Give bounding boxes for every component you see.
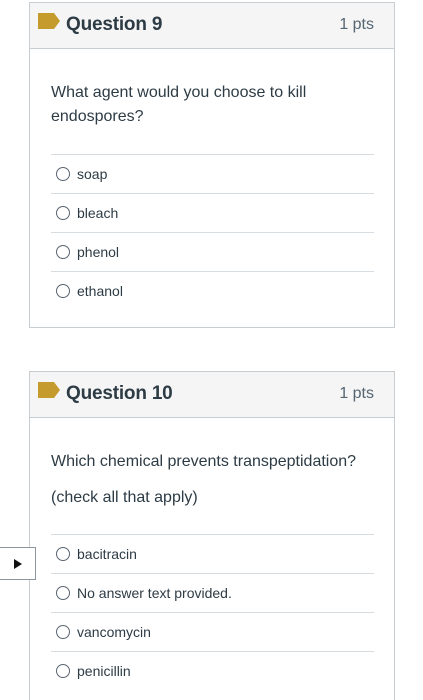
answer-option[interactable]: penicillin bbox=[51, 651, 374, 690]
answer-option[interactable]: soap bbox=[51, 154, 374, 193]
flag-question-icon[interactable] bbox=[38, 382, 60, 398]
question-body: What agent would you choose to kill endo… bbox=[30, 81, 394, 310]
question-10-card: Question 10 1 pts Which chemical prevent… bbox=[29, 371, 395, 700]
question-points: 1 pts bbox=[339, 16, 374, 33]
answer-label: ethanol bbox=[77, 283, 123, 299]
radio-button[interactable] bbox=[56, 284, 70, 298]
play-triangle-icon bbox=[13, 558, 22, 569]
answer-label: phenol bbox=[77, 244, 120, 260]
radio-button[interactable] bbox=[56, 167, 70, 181]
expand-panel-button[interactable] bbox=[0, 547, 36, 580]
answer-option[interactable]: vancomycin bbox=[51, 612, 374, 651]
answer-label: bleach bbox=[77, 205, 119, 221]
question-instruction: (check all that apply) bbox=[51, 489, 198, 506]
radio-button[interactable] bbox=[56, 206, 70, 220]
answer-option[interactable]: phenol bbox=[51, 232, 374, 271]
flag-question-icon[interactable] bbox=[38, 13, 60, 29]
answer-label: vancomycin bbox=[77, 624, 151, 640]
question-9-card: Question 9 1 pts What agent would you ch… bbox=[29, 2, 395, 328]
question-body: Which chemical prevents transpeptidation… bbox=[30, 450, 394, 690]
answer-option[interactable]: No answer text provided. bbox=[51, 573, 374, 612]
question-points: 1 pts bbox=[339, 385, 374, 402]
question-title: Question 9 bbox=[66, 14, 163, 35]
radio-button[interactable] bbox=[56, 245, 70, 259]
question-text: What agent would you choose to kill endo… bbox=[51, 84, 307, 125]
question-header: Question 10 1 pts bbox=[30, 372, 394, 418]
question-title: Question 10 bbox=[66, 383, 173, 404]
question-header: Question 9 1 pts bbox=[30, 3, 394, 49]
answer-list: soap bleach phenol ethanol bbox=[51, 154, 374, 310]
checkbox[interactable] bbox=[56, 664, 70, 678]
checkbox[interactable] bbox=[56, 625, 70, 639]
answer-label: bacitracin bbox=[77, 546, 137, 562]
answer-label: No answer text provided. bbox=[77, 585, 232, 601]
checkbox[interactable] bbox=[56, 586, 70, 600]
answer-option[interactable]: bacitracin bbox=[51, 534, 374, 573]
answer-option[interactable]: bleach bbox=[51, 193, 374, 232]
question-text: Which chemical prevents transpeptidation… bbox=[51, 453, 357, 470]
checkbox[interactable] bbox=[56, 547, 70, 561]
answer-option[interactable]: ethanol bbox=[51, 271, 374, 310]
answer-label: soap bbox=[77, 166, 108, 182]
answer-label: penicillin bbox=[77, 663, 131, 679]
answer-list: bacitracin No answer text provided. vanc… bbox=[51, 534, 374, 690]
